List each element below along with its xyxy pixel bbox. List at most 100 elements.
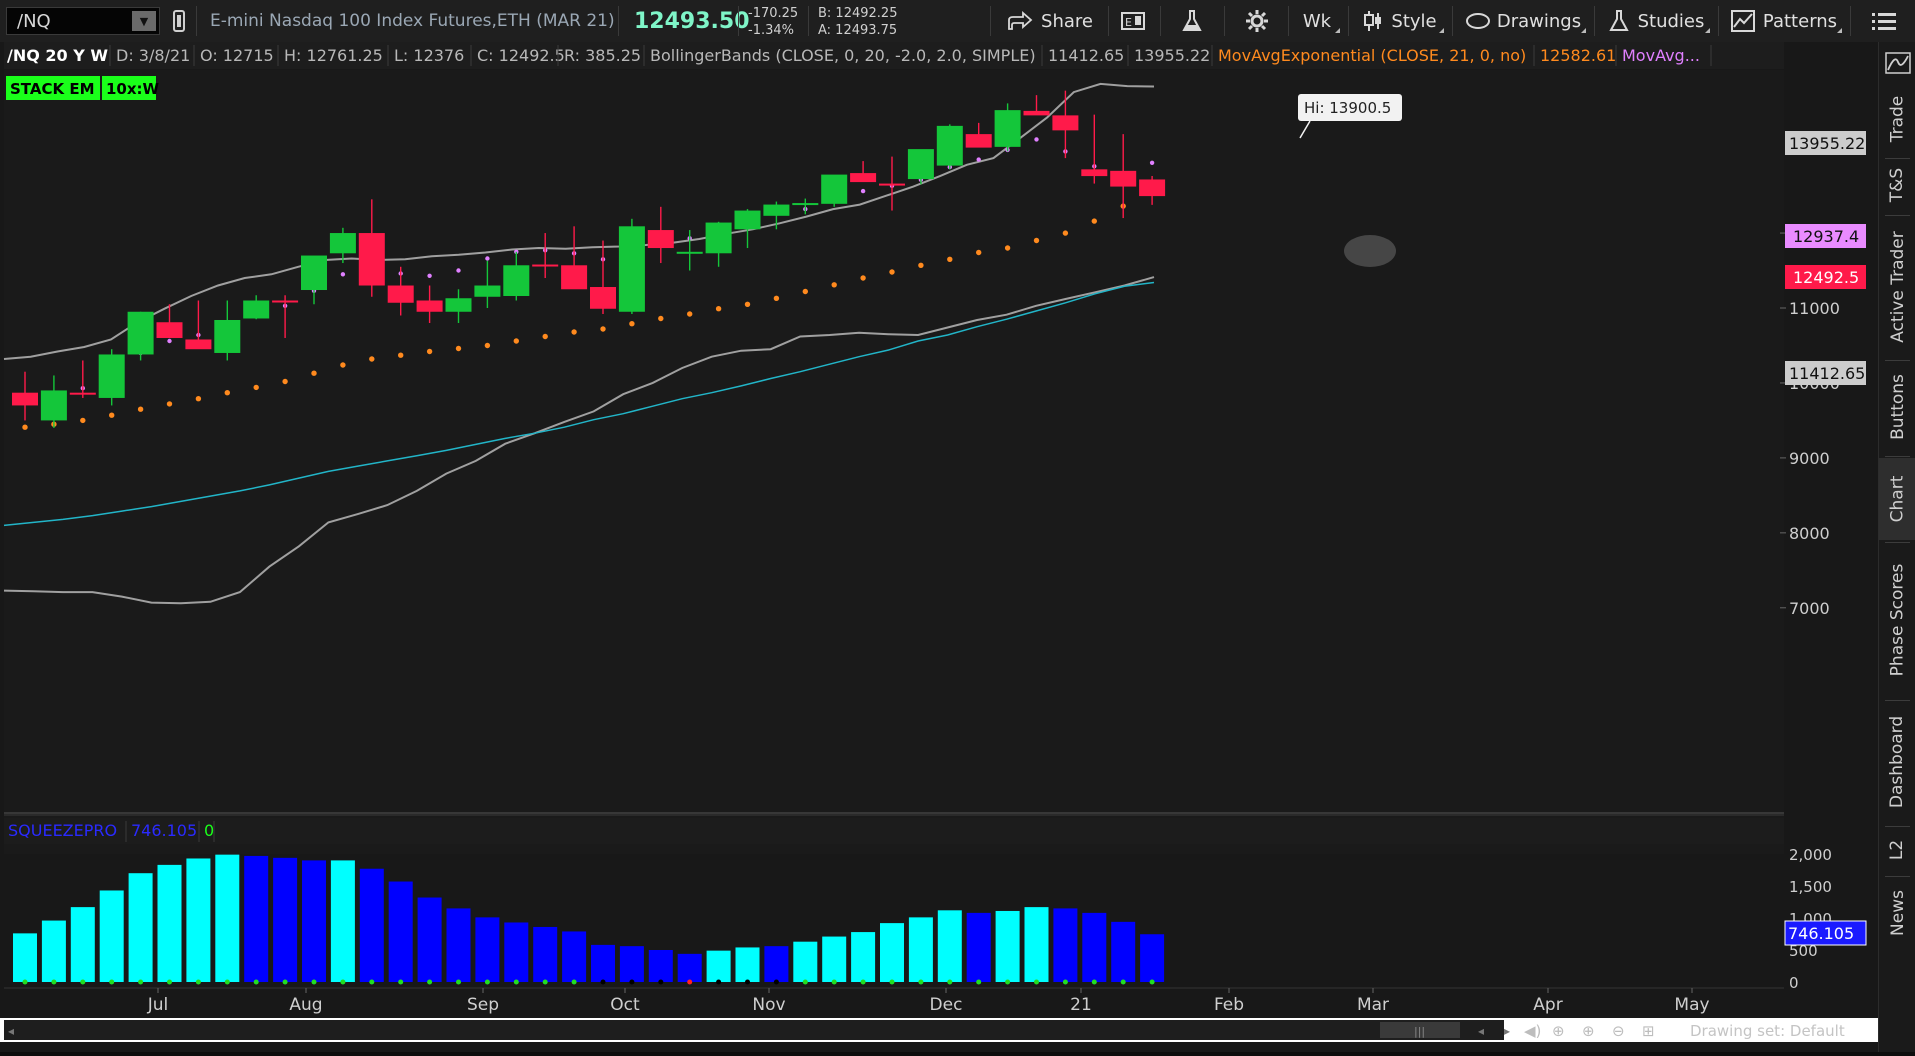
histogram-bar — [504, 922, 529, 982]
badge-last: 12492.5 — [1793, 268, 1859, 287]
patterns-icon — [1730, 10, 1755, 32]
squeeze-dot — [253, 979, 259, 985]
ema-dot — [571, 329, 577, 335]
candle-body — [618, 226, 645, 312]
squeeze-dot — [1149, 979, 1155, 985]
tab-chart[interactable]: Chart — [1879, 458, 1915, 540]
ellipse-icon — [1465, 13, 1490, 29]
movavg-dot — [167, 338, 172, 344]
ema-dot — [369, 356, 375, 362]
ema-dot — [166, 401, 173, 407]
audio-icon[interactable]: ◀) — [1524, 1022, 1541, 1040]
stack-badge: 10x:W — [106, 80, 160, 98]
chevron-down-icon[interactable]: ▼ — [132, 11, 156, 31]
studies-button[interactable]: Studies — [1600, 0, 1712, 42]
style-label: Style — [1391, 10, 1437, 32]
snapshot-icon[interactable]: E — [1116, 0, 1152, 42]
flask-icon[interactable] — [1168, 0, 1216, 42]
scroll-left-icon[interactable]: ◂ — [8, 1024, 14, 1038]
share-button[interactable]: Share — [1000, 0, 1100, 42]
candle-body — [387, 285, 414, 303]
histogram-bar — [706, 950, 731, 982]
squeeze-dot — [1034, 979, 1039, 985]
tab-buttons[interactable]: Buttons — [1879, 362, 1915, 452]
tab-l2[interactable]: L2 — [1879, 828, 1915, 872]
style-button[interactable]: Style — [1354, 0, 1446, 42]
price-tick-label: 8000 — [1789, 524, 1830, 543]
squeeze-dot — [831, 979, 837, 985]
squeeze-badge-text: 746.105 — [1788, 924, 1854, 943]
movavg-dot — [340, 272, 346, 277]
squeeze-tick-label: 1,500 — [1789, 878, 1832, 896]
histogram-bar — [359, 868, 384, 982]
zoom-out-icon[interactable]: ⊖ — [1612, 1022, 1625, 1040]
histogram-bar — [244, 855, 269, 982]
drawing-set-label[interactable]: Drawing set: Default — [1690, 1022, 1845, 1040]
tab-dashboard[interactable]: Dashboard — [1879, 702, 1915, 822]
ema-dot — [744, 301, 751, 307]
candle-body — [358, 233, 385, 286]
time-tick-label: Nov — [752, 995, 785, 1015]
chart-type-icon[interactable] — [1879, 46, 1915, 80]
symbol-selector[interactable]: /NQ ▼ — [6, 7, 160, 35]
candle — [98, 349, 125, 406]
histogram-bar — [648, 950, 673, 982]
ask-price: A: 12493.75 — [818, 22, 898, 38]
ema-dot — [1091, 218, 1098, 224]
gear-icon[interactable] — [1232, 0, 1282, 42]
squeeze-dot — [600, 979, 606, 985]
candle-body — [590, 287, 616, 309]
histogram-bar — [793, 941, 818, 982]
high-label-text: Hi: 13900.5 — [1304, 99, 1391, 117]
candle-body — [301, 255, 327, 291]
crosshair-icon[interactable]: ⊕ — [1552, 1022, 1565, 1040]
info-symbol-period: /NQ 20 Y W — [7, 46, 108, 65]
candle-body — [69, 392, 96, 395]
drawings-button[interactable]: Drawings — [1458, 0, 1588, 42]
info-range: R: 385.25 — [564, 46, 641, 65]
candle-body — [127, 311, 154, 355]
ema-dot — [715, 306, 722, 312]
squeeze-dot — [167, 979, 172, 985]
ema-dot — [137, 406, 144, 412]
info-bb-label[interactable]: BollingerBands (CLOSE, 0, 20, -2.0, 2.0,… — [650, 46, 1036, 65]
histogram-bar — [70, 907, 95, 982]
scroll-bar[interactable]: ◂ ||| ◂ ▸ ◀) ⊕ ⊕ ⊖ ⊞ Drawing set: Defaul… — [0, 1018, 1878, 1042]
scroll-right-arrow-icon[interactable]: ▸ — [1504, 1024, 1510, 1038]
squeeze-dot — [282, 979, 288, 985]
ema-dot — [976, 249, 982, 256]
scroll-left-arrow-icon[interactable]: ◂ — [1478, 1024, 1484, 1038]
squeeze-dot — [918, 979, 924, 985]
movavg-dot — [976, 157, 981, 162]
zoom-box-icon[interactable]: ⊞ — [1642, 1022, 1655, 1040]
candle — [618, 218, 645, 314]
squeeze-tick-label: 0 — [1789, 974, 1799, 992]
squeeze-dot — [802, 979, 808, 985]
squeeze-study-label[interactable]: SQUEEZEPRO — [8, 821, 117, 840]
timeframe-button[interactable]: Wk — [1292, 0, 1342, 42]
ema-dot — [629, 321, 635, 327]
squeeze-dot — [398, 979, 404, 985]
tab-news[interactable]: News — [1879, 878, 1915, 948]
ema-dot — [600, 326, 606, 332]
histogram-bar — [99, 890, 124, 982]
link-icon[interactable] — [168, 0, 190, 42]
tab-phase-scores[interactable]: Phase Scores — [1879, 545, 1915, 695]
zoom-in-icon[interactable]: ⊕ — [1582, 1022, 1595, 1040]
chart-area[interactable]: /NQ 20 Y W D: 3/8/21 O: 12715 H: 12761.2… — [0, 42, 1878, 1052]
tab-time-and-sales[interactable]: T&S — [1879, 160, 1915, 210]
symbol-description: E-mini Nasdaq 100 Index Futures,ETH (MAR… — [210, 11, 615, 31]
time-tick-label: Jul — [147, 995, 169, 1015]
menu-icon[interactable] — [1864, 0, 1904, 42]
info-date: D: 3/8/21 — [116, 46, 190, 65]
info-movavg-label[interactable]: MovAvg... — [1622, 46, 1700, 65]
histogram-bar — [533, 926, 558, 982]
tab-trade[interactable]: Trade — [1879, 84, 1915, 154]
ema-dot — [947, 256, 953, 262]
tab-active-trader[interactable]: Active Trader — [1879, 218, 1915, 356]
info-ema-label[interactable]: MovAvgExponential (CLOSE, 21, 0, no) — [1218, 46, 1526, 65]
candle — [821, 174, 848, 207]
patterns-button[interactable]: Patterns — [1724, 0, 1844, 42]
candle-body — [156, 322, 183, 338]
drawing-ellipse[interactable] — [1344, 235, 1396, 267]
